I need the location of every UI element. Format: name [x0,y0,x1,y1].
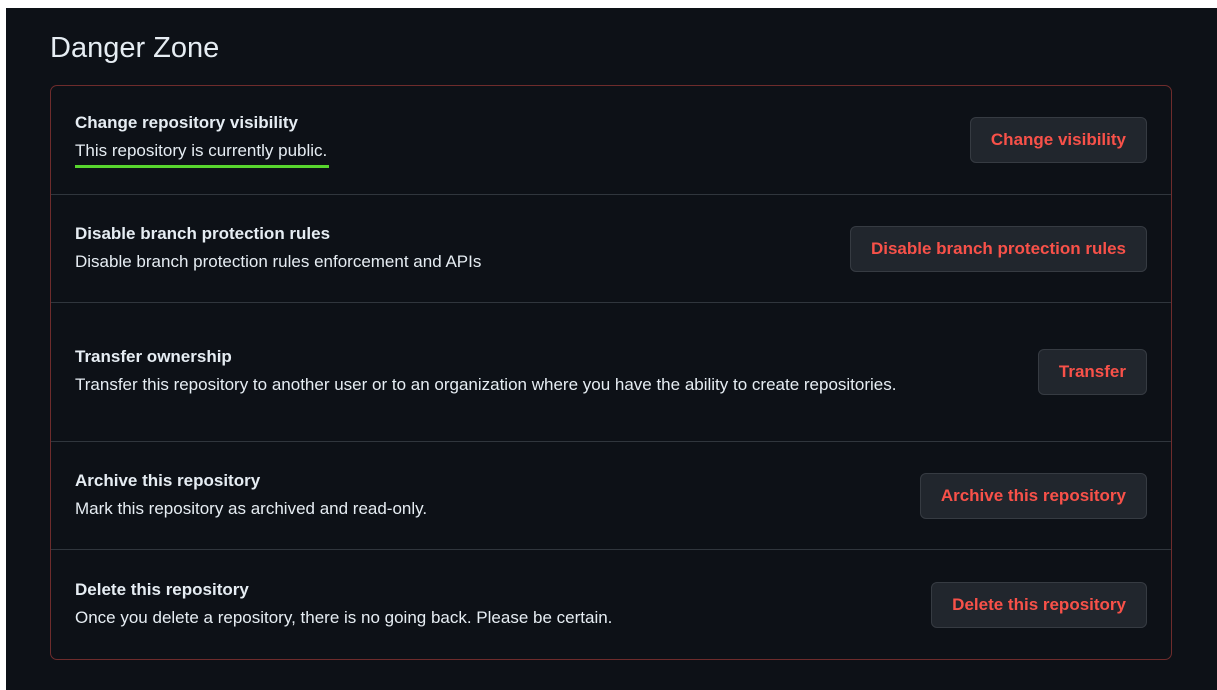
row-title: Archive this repository [75,470,261,490]
danger-zone-box: Change repository visibility This reposi… [50,85,1172,660]
delete-repository-button[interactable]: Delete this repository [931,581,1147,628]
row-title: Change repository visibility [75,113,298,132]
row-text: Change repository visibility This reposi… [75,112,330,168]
danger-row-transfer-ownership: Transfer ownership Transfer this reposit… [51,302,1171,441]
danger-row-delete: Delete this repository Once you delete a… [51,549,1171,659]
archive-repository-button[interactable]: Archive this repository [919,472,1147,519]
disable-branch-protection-button[interactable]: Disable branch protection rules [849,225,1147,272]
row-description: Transfer this repository to another user… [75,375,897,394]
row-description: This repository is currently public. [75,138,330,168]
row-title: Delete this repository [75,579,249,599]
danger-row-archive: Archive this repository Mark this reposi… [51,441,1171,549]
row-title: Transfer ownership [75,347,232,366]
row-description: Mark this repository as archived and rea… [75,498,428,518]
danger-zone-panel: Danger Zone Change repository visibility… [6,8,1217,690]
row-text: Delete this repository Once you delete a… [75,579,612,631]
transfer-button[interactable]: Transfer [1037,349,1147,395]
row-text: Transfer ownership Transfer this reposit… [75,346,896,398]
row-text: Archive this repository Mark this reposi… [75,470,427,522]
danger-row-disable-branch-protection: Disable branch protection rules Disable … [51,194,1171,302]
danger-row-change-visibility: Change repository visibility This reposi… [51,86,1171,194]
danger-zone-heading: Danger Zone [50,32,220,64]
change-visibility-button[interactable]: Change visibility [969,117,1147,163]
row-text: Disable branch protection rules Disable … [75,223,481,275]
row-description: Once you delete a repository, there is n… [75,607,613,627]
row-description: Disable branch protection rules enforcem… [75,251,482,271]
row-title: Disable branch protection rules [75,223,331,243]
